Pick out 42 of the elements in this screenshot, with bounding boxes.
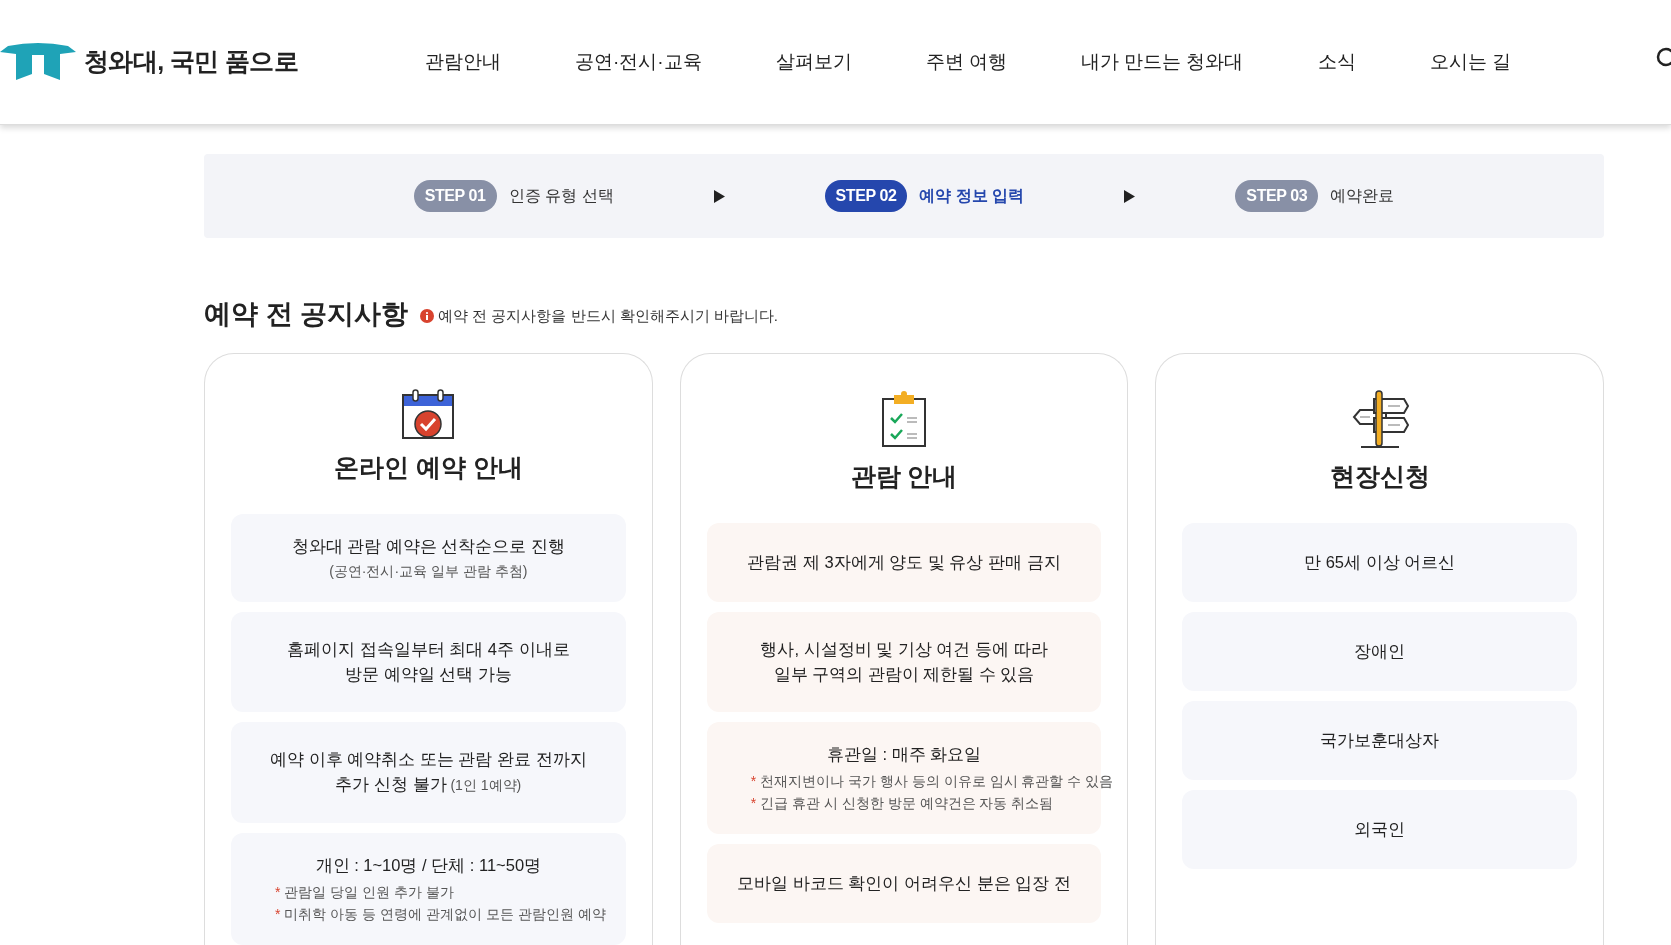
notice-subtext: (공연·전시·교육 일부 관람 추첨)	[329, 562, 528, 581]
gate-logo-icon[interactable]	[0, 42, 76, 82]
site-logo-text[interactable]: 청와대, 국민 품으로	[84, 43, 298, 81]
card-title: 관람 안내	[850, 460, 958, 492]
clipboard-checklist-icon	[881, 389, 927, 448]
nav-link[interactable]: 공연·전시·교육	[575, 47, 702, 77]
step-badge: STEP 01	[413, 180, 497, 212]
notice-text: 장애인	[1354, 641, 1406, 662]
calendar-check-icon	[402, 388, 455, 439]
notice-text: 홈페이지 접속일부터 최대 4주 이내로 방문 예약일 선택 가능	[287, 639, 570, 685]
notice-text: 관람권 제 3자에게 양도 및 유상 판매 금지	[747, 552, 1061, 573]
step-label: 인증 유형 선택	[508, 186, 614, 206]
step-badge: STEP 02	[824, 180, 908, 212]
card-title: 현장신청	[1329, 460, 1430, 492]
notice-text: 청와대 관람 예약은 선착순으로 진행	[291, 536, 565, 557]
notice-text: 만 65세 이상 어르신	[1304, 552, 1456, 573]
notice-text: 국가보훈대상자	[1320, 730, 1440, 751]
step-badge: STEP 03	[1235, 180, 1319, 212]
section-title: 예약 전 공지사항	[204, 298, 408, 331]
nav-link[interactable]: 주변 여행	[925, 47, 1007, 77]
card-title: 온라인 예약 안내	[333, 451, 523, 483]
footnote-text: * 미취학 아동 등 연령에 관계없이 모든 관람인원 예약	[275, 905, 606, 924]
notice-text: 외국인	[1354, 819, 1406, 840]
nav-link[interactable]: 내가 만드는 청와대	[1080, 47, 1244, 77]
footnote-text: * 긴급 휴관 시 신청한 방문 예약건은 자동 취소됨	[750, 794, 1055, 813]
step-label: 예약 정보 입력	[919, 186, 1025, 206]
footnote-text: * 관람일 당일 인원 추가 불가	[275, 883, 455, 902]
nav-link[interactable]: 살펴보기	[775, 47, 852, 77]
notice-text: 예약 이후 예약취소 또는 관람 완료 전까지 추가 신청 불가 (1인 1예약)	[270, 749, 587, 795]
nav-link[interactable]: 오시는 길	[1429, 47, 1511, 77]
notice-hint: 예약 전 공지사항을 반드시 확인해주시기 바랍니다.	[438, 306, 779, 326]
notice-text: 개인 : 1~10명 / 단체 : 11~50명	[315, 855, 542, 876]
info-icon	[420, 309, 434, 324]
notice-text: 모바일 바코드 확인이 어려우신 분은 입장 전	[737, 873, 1071, 894]
arrow-right-icon	[1124, 189, 1136, 203]
step-label: 예약완료	[1330, 186, 1395, 206]
nav-link[interactable]: 관람안내	[425, 47, 501, 77]
nav-link[interactable]: 소식	[1317, 47, 1356, 77]
notice-text: 휴관일 : 매주 화요일	[826, 744, 982, 765]
notice-text: 행사, 시설정비 및 기상 여건 등에 따라 일부 구역의 관람이 제한될 수 있음	[760, 639, 1048, 685]
footnote-text: * 천재지변이나 국가 행사 등의 이유로 임시 휴관할 수 있음	[750, 772, 1114, 791]
arrow-right-icon	[713, 189, 725, 203]
